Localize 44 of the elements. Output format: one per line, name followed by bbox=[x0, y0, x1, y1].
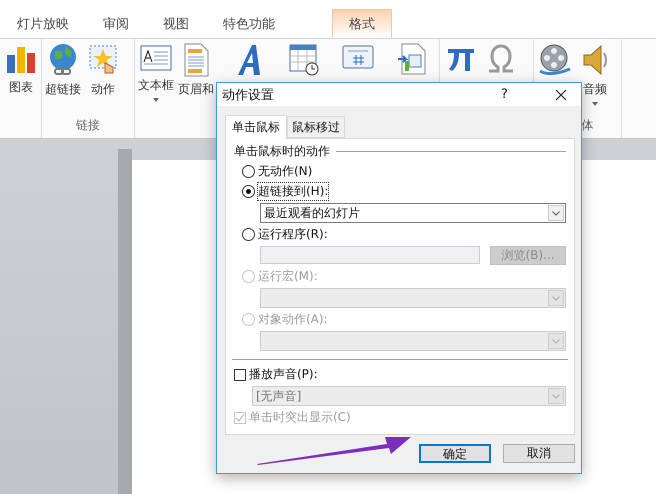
dialog-tab[interactable]: 鼠标移过 bbox=[287, 116, 345, 138]
close-icon bbox=[555, 88, 567, 100]
option-label: 运行程序(R): bbox=[258, 226, 328, 243]
chevron-down-icon bbox=[552, 338, 560, 344]
help-button[interactable]: ? bbox=[501, 87, 541, 102]
chevron-down-icon bbox=[552, 394, 560, 398]
option-label: 运行宏(M): bbox=[258, 268, 318, 285]
option-label: 对象动作(A): bbox=[258, 311, 328, 328]
checkbox-label: 单击时突出显示(C) bbox=[249, 409, 351, 426]
chevron-down-icon bbox=[552, 210, 560, 216]
group-label: 链接 bbox=[76, 117, 100, 134]
dialog-title: 动作设置 bbox=[222, 86, 275, 104]
ribbon-tab[interactable]: 灯片放映 bbox=[0, 9, 86, 38]
ribbon-button-label[interactable]: 音频 bbox=[583, 81, 607, 98]
checkbox[interactable] bbox=[234, 368, 246, 380]
radio-button[interactable] bbox=[242, 185, 255, 198]
slide-number-icon bbox=[342, 43, 374, 71]
ribbon-tab[interactable]: 审阅 bbox=[86, 9, 146, 38]
dropdown-field[interactable]: 最近观看的幻灯片 bbox=[260, 203, 566, 223]
embedded-object-icon bbox=[397, 43, 427, 75]
option-label: 超链接到(H): bbox=[258, 183, 328, 200]
ribbon-button-label[interactable]: 图表 bbox=[9, 79, 33, 96]
radio-button[interactable] bbox=[242, 165, 255, 178]
globe-link-icon bbox=[47, 43, 79, 77]
option-label: 无动作(N) bbox=[258, 163, 312, 180]
dialog-tab[interactable]: 单击鼠标 bbox=[225, 115, 287, 139]
section-title: 单击鼠标时的动作 bbox=[234, 143, 330, 160]
group-label: 体 bbox=[580, 117, 594, 134]
ribbon-tab[interactable]: 特色功能 bbox=[206, 9, 292, 38]
radio-button[interactable] bbox=[242, 228, 255, 241]
ribbon-button-label[interactable]: 动作 bbox=[91, 81, 115, 98]
ribbon-button-label[interactable]: 页眉和 bbox=[178, 81, 214, 98]
chevron-down-icon bbox=[552, 296, 560, 300]
ribbon-tab[interactable]: 格式 bbox=[332, 9, 392, 38]
ribbon-button-label[interactable]: 文本框 bbox=[138, 77, 174, 94]
ribbon-button-label[interactable]: 超链接 bbox=[45, 81, 81, 98]
document-icon bbox=[182, 43, 210, 77]
dialog-button[interactable]: 确定 bbox=[419, 444, 491, 463]
dialog-button[interactable]: 取消 bbox=[503, 444, 575, 463]
checkbox-label: 播放声音(P): bbox=[249, 366, 318, 383]
film-reel-icon bbox=[538, 43, 572, 77]
calendar-clock-icon bbox=[288, 43, 320, 77]
ribbon-tab[interactable]: 视图 bbox=[146, 9, 206, 38]
text-box-icon bbox=[140, 43, 172, 73]
